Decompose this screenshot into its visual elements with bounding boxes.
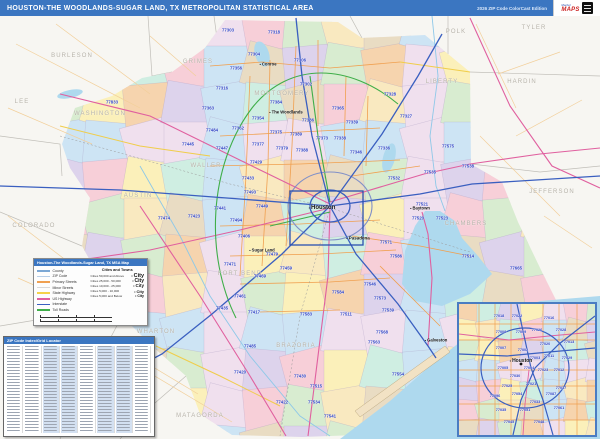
inset-city-dot [519, 362, 523, 366]
zip-index-body [4, 344, 154, 435]
legend-city-label: Cities 25,000 - 50,000 [90, 278, 121, 283]
logo-text-main: MAPS [561, 6, 580, 13]
zip-index-column [133, 345, 151, 433]
zip-index-table: ZIP Code Index/Grid Locator [3, 336, 155, 437]
legend-city-label: Cities 5,000 - 10,000 [90, 289, 120, 294]
main-map[interactable]: BURLESON LEE WASHINGTON GRIMES MONTGOMERY AUS… [0, 16, 600, 439]
legend-swatch [37, 292, 50, 294]
legend-cities-header: Cities and Towns [101, 268, 133, 272]
legend-body: County ZIP Code Primary Streets Minor Stree… [34, 266, 147, 314]
zip-index-column [6, 345, 24, 433]
inset-zip-patchwork [459, 304, 595, 435]
scale-bar-km [40, 319, 112, 322]
zip-index-column [115, 345, 133, 433]
legend-swatch [37, 297, 50, 300]
zip-index-title: ZIP Code Index/Grid Locator [4, 337, 154, 344]
legend-label: Primary Streets [52, 279, 77, 284]
legend-city-items: Cities 50,000 and Above City Cities 25,000… [91, 273, 145, 299]
zip-index-column [60, 345, 78, 433]
logo-seal-icon [581, 2, 593, 14]
legend-swatch [37, 270, 50, 272]
edition-label: 2026 ZIP Code ColorCast Edition [477, 5, 547, 11]
scale-bar-miles [40, 315, 112, 318]
legend-label: Toll Roads [52, 307, 69, 312]
legend-swatch [37, 286, 50, 289]
legend-label: County [52, 268, 64, 273]
legend-line-items: County ZIP Code Primary Streets Minor Stree… [37, 268, 91, 313]
zip-index-column [24, 345, 42, 433]
page-title: HOUSTON-THE WOODLANDS-SUGAR LAND, TX MET… [7, 4, 314, 12]
legend-city-label: Cities 5,000 and Below [90, 294, 123, 299]
legend-label: ZIP Code [52, 274, 68, 279]
zip-index-column [79, 345, 97, 433]
legend-swatch [37, 281, 50, 283]
inset-map-downtown: 77018 77022 77016 77009 77008 77026 77028 77007… [457, 302, 597, 437]
legend-swatch [37, 309, 50, 311]
publisher-logo: Market MAPS [553, 0, 600, 16]
legend-title: Houston-The Woodlands-Sugar Land, TX MSA… [34, 259, 147, 266]
logo-text: Market MAPS [561, 3, 580, 13]
legend-city-sample: City [135, 294, 144, 298]
zip-index-column [42, 345, 60, 433]
legend-city-label: Cities 10,000 - 25,000 [90, 283, 121, 288]
zip-index-column [97, 345, 115, 433]
legend-label: US Highway [52, 296, 72, 301]
legend-city-item: Cities 5,000 - 10,000 City [91, 289, 145, 294]
legend-label: Minor Streets [52, 285, 74, 290]
inset-canvas [459, 304, 595, 435]
legend-label: Interstate [52, 302, 68, 307]
legend-label: State Highway [52, 291, 76, 296]
zip-area [586, 379, 595, 405]
legend-swatch [37, 275, 50, 278]
legend-scale [40, 315, 141, 322]
legend-city-sample: City [134, 289, 144, 294]
legend-cities: Cities and Towns Cities 50,000 and Above… [91, 268, 145, 313]
legend-city-label: Cities 50,000 and Above [90, 273, 125, 278]
legend-line-item: Toll Roads [37, 307, 91, 313]
legend-city-item: Cities 5,000 and Below City [91, 294, 145, 299]
title-bar: HOUSTON-THE WOODLANDS-SUGAR LAND, TX MET… [0, 0, 600, 16]
map-poster: HOUSTON-THE WOODLANDS-SUGAR LAND, TX MET… [0, 0, 600, 439]
legend-swatch [37, 303, 50, 306]
map-legend: Houston-The Woodlands-Sugar Land, TX MSA… [33, 258, 148, 326]
